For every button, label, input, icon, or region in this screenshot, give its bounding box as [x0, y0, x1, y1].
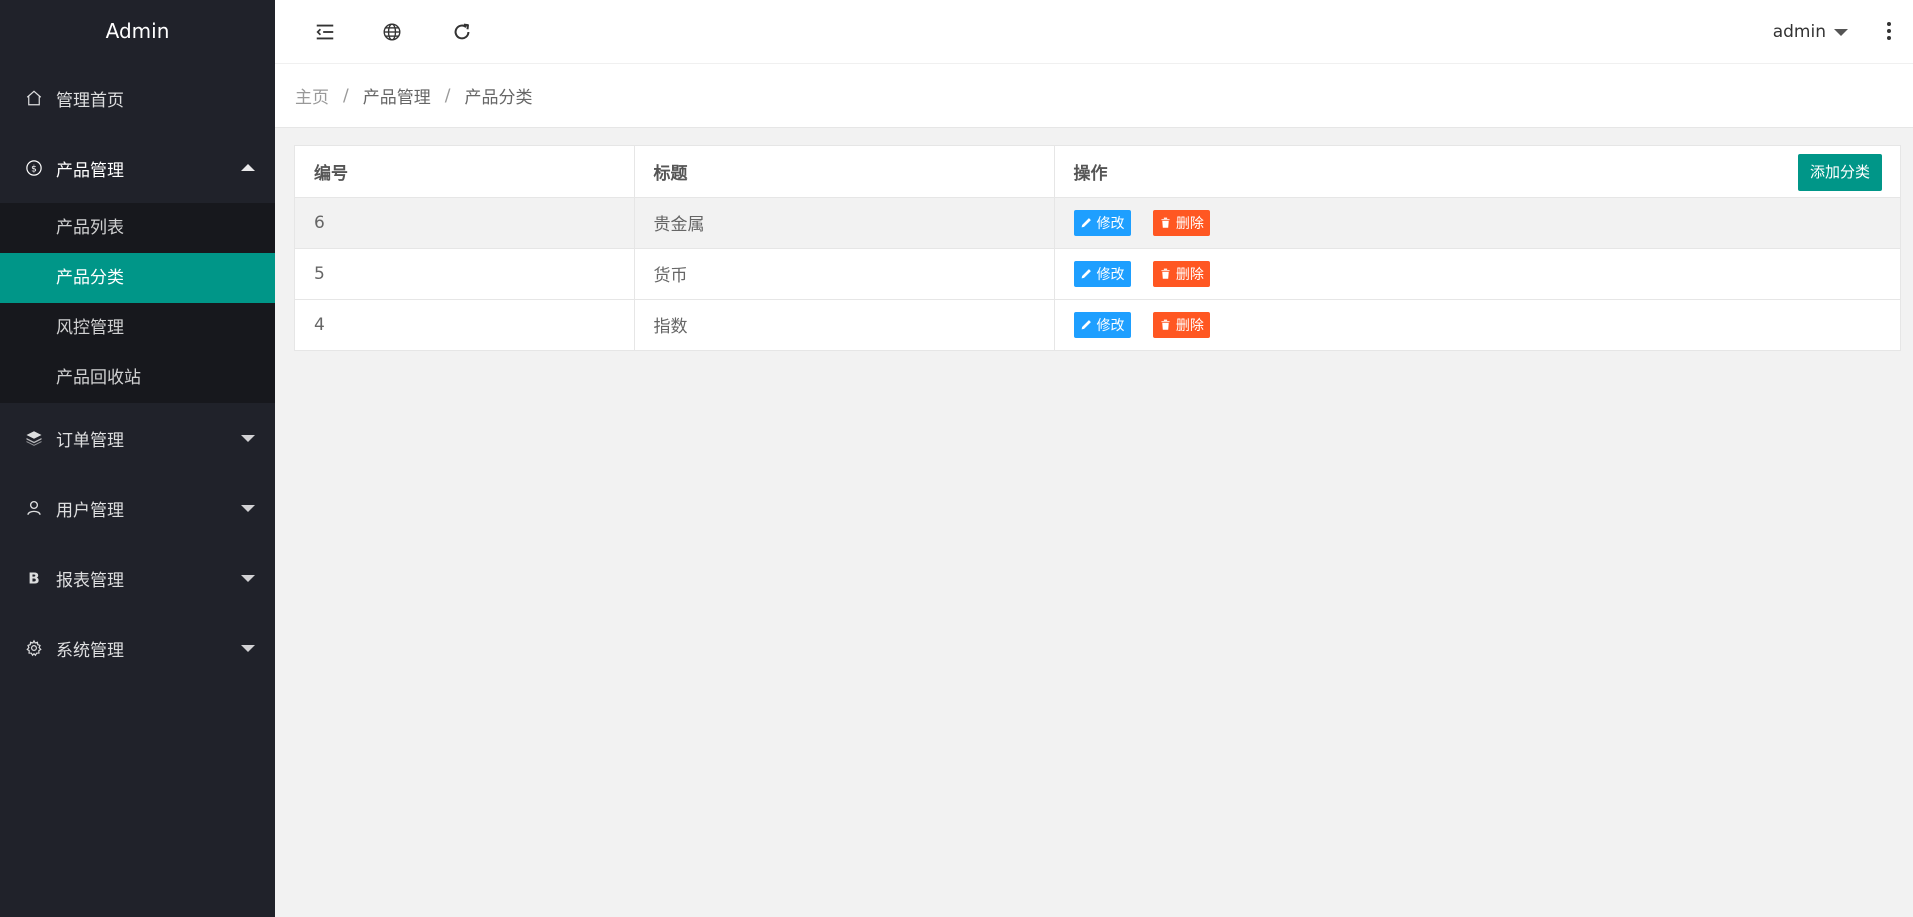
- products-submenu: 产品列表 产品分类 风控管理 产品回收站: [0, 203, 275, 403]
- menu-collapse-icon[interactable]: [311, 18, 339, 46]
- table-row[interactable]: 4 指数 修改 删除: [295, 299, 1900, 350]
- trash-icon: [1161, 319, 1170, 331]
- pencil-icon: [1081, 218, 1091, 228]
- refresh-icon[interactable]: [448, 18, 476, 46]
- svg-text:$: $: [31, 164, 37, 174]
- layers-icon: [24, 428, 44, 448]
- category-table: 编号 标题 操作 添加分类 6 贵金属 修改 删除 5 货币 修改 删除 4 指…: [294, 145, 1901, 351]
- subnav-item-product-category[interactable]: 产品分类: [0, 253, 275, 303]
- breadcrumb-home[interactable]: 主页: [295, 83, 329, 108]
- delete-button[interactable]: 删除: [1152, 260, 1210, 287]
- top-header: admin: [275, 0, 1913, 64]
- app-logo[interactable]: Admin: [0, 0, 275, 63]
- delete-button-label: 删除: [1175, 266, 1204, 283]
- trash-icon: [1161, 268, 1170, 279]
- cell-actions: 修改 删除: [1054, 197, 1900, 249]
- sidebar: Admin 管理首页 $ 产品管理 产品列表 产品分类 风控管理 产品回收站 订…: [0, 0, 275, 917]
- sidebar-item-label: 管理首页: [56, 90, 124, 111]
- sidebar-item-reports[interactable]: B 报表管理: [0, 543, 275, 613]
- column-header-title: 标题: [634, 146, 1055, 198]
- edit-button[interactable]: 修改: [1073, 260, 1131, 287]
- caret-down-icon: [1834, 28, 1848, 36]
- pencil-icon: [1081, 320, 1091, 330]
- delete-button[interactable]: 删除: [1152, 311, 1210, 338]
- chevron-down-icon: [241, 505, 255, 512]
- sidebar-item-label: 订单管理: [56, 430, 124, 451]
- subnav-item-risk-control[interactable]: 风控管理: [0, 303, 275, 353]
- user-icon: [24, 498, 44, 518]
- chevron-up-icon: [241, 164, 255, 171]
- svg-text:B: B: [28, 569, 39, 587]
- user-menu[interactable]: admin: [1773, 0, 1848, 64]
- column-header-actions: 操作 添加分类: [1054, 146, 1900, 198]
- column-header-actions-label: 操作: [1073, 163, 1108, 184]
- breadcrumb-products[interactable]: 产品管理: [363, 83, 431, 108]
- sidebar-item-label: 系统管理: [56, 640, 124, 661]
- sidebar-item-products[interactable]: $ 产品管理: [0, 133, 275, 203]
- sidebar-item-home[interactable]: 管理首页: [0, 63, 275, 133]
- sidebar-item-users[interactable]: 用户管理: [0, 473, 275, 543]
- sidebar-item-label: 用户管理: [56, 500, 124, 521]
- cell-title: 货币: [634, 248, 1055, 300]
- gear-icon: [24, 638, 44, 658]
- breadcrumb-separator: /: [444, 85, 451, 106]
- delete-button[interactable]: 删除: [1152, 209, 1210, 236]
- breadcrumb-current: 产品分类: [464, 88, 533, 108]
- cell-id: 6: [295, 197, 635, 249]
- subnav-item-product-recycle[interactable]: 产品回收站: [0, 353, 275, 403]
- add-category-button[interactable]: 添加分类: [1797, 154, 1882, 191]
- edit-button-label: 修改: [1096, 266, 1125, 283]
- trash-icon: [1161, 217, 1170, 228]
- cell-id: 4: [295, 299, 635, 350]
- delete-button-label: 删除: [1175, 215, 1204, 232]
- cell-id: 5: [295, 248, 635, 300]
- dollar-icon: $: [24, 158, 44, 178]
- table-header-row: 编号 标题 操作 添加分类: [295, 146, 1900, 198]
- chevron-down-icon: [241, 435, 255, 442]
- sidebar-item-label: 产品管理: [56, 160, 124, 181]
- edit-button[interactable]: 修改: [1073, 311, 1131, 338]
- column-header-id: 编号: [295, 146, 635, 198]
- chevron-down-icon: [241, 645, 255, 652]
- pencil-icon: [1081, 269, 1091, 279]
- cell-title: 指数: [634, 299, 1055, 350]
- edit-button-label: 修改: [1096, 215, 1125, 232]
- delete-button-label: 删除: [1175, 317, 1204, 334]
- table-row[interactable]: 5 货币 修改 删除: [295, 248, 1900, 300]
- sidebar-item-system[interactable]: 系统管理: [0, 613, 275, 683]
- username: admin: [1772, 22, 1826, 42]
- sidebar-item-label: 报表管理: [56, 570, 124, 591]
- cell-actions: 修改 删除: [1054, 248, 1900, 300]
- cell-title: 贵金属: [634, 197, 1055, 249]
- edit-button-label: 修改: [1096, 317, 1125, 334]
- breadcrumb: 主页 / 产品管理 / 产品分类: [275, 64, 1913, 128]
- table-row[interactable]: 6 贵金属 修改 删除: [295, 197, 1900, 249]
- chevron-down-icon: [241, 575, 255, 582]
- home-icon: [24, 88, 44, 108]
- sidebar-item-orders[interactable]: 订单管理: [0, 403, 275, 473]
- breadcrumb-separator: /: [343, 85, 349, 106]
- cell-actions: 修改 删除: [1054, 299, 1900, 350]
- more-vertical-icon[interactable]: [1883, 22, 1895, 42]
- globe-icon[interactable]: [378, 18, 406, 46]
- bold-b-icon: B: [24, 568, 44, 588]
- edit-button[interactable]: 修改: [1073, 209, 1131, 236]
- subnav-item-product-list[interactable]: 产品列表: [0, 203, 275, 253]
